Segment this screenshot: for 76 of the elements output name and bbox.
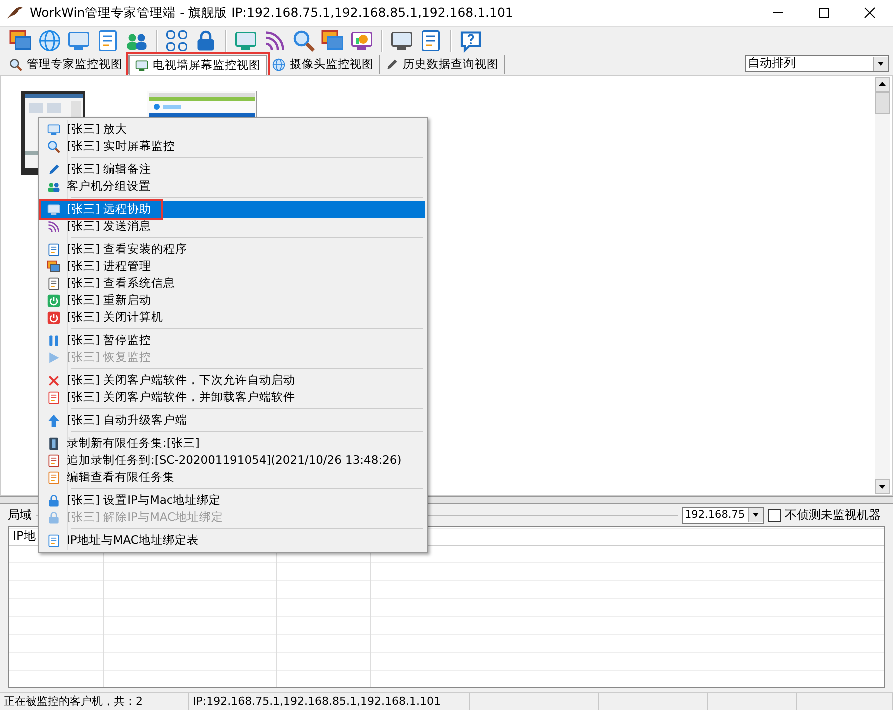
menu-item[interactable]: [张三] 实时屏幕监控 [41, 138, 425, 155]
play-icon [47, 350, 61, 364]
monitor-icon [47, 202, 61, 216]
menu-item[interactable]: 编辑查看有限任务集 [41, 469, 425, 486]
globe-icon[interactable] [38, 29, 62, 53]
cross-icon [47, 374, 61, 388]
help-icon[interactable] [459, 29, 483, 53]
menu-item[interactable]: [张三] 暂停监控 [41, 332, 425, 349]
dropdown-arrow-icon[interactable] [873, 56, 888, 70]
windows-icon[interactable] [321, 29, 345, 53]
windows-icon[interactable] [9, 29, 33, 53]
status-text: 正在被监控的客户机，共：2 [0, 693, 189, 710]
menu-item[interactable]: [张三] 查看系统信息 [41, 275, 425, 292]
up-arrow-icon [47, 414, 61, 428]
menu-item[interactable]: [张三] 查看安装的程序 [41, 241, 425, 258]
chart-icon[interactable] [350, 29, 374, 53]
vertical-scrollbar[interactable] [875, 77, 890, 494]
view-tab[interactable]: 历史数据查询视图 [380, 55, 505, 74]
monitor-icon[interactable] [67, 29, 91, 53]
cast-icon [47, 220, 61, 234]
power-icon [47, 310, 61, 324]
menu-item[interactable]: 追加录制任务到:[SC-202001191054](2021/10/26 13:48:26) [41, 452, 425, 469]
document-icon [47, 242, 61, 256]
document-icon[interactable] [96, 29, 120, 53]
checkbox[interactable] [768, 508, 781, 522]
lock-icon [47, 510, 61, 524]
menu-item[interactable]: [张三] 关闭客户端软件，下次允许自动启动 [41, 372, 425, 389]
document-icon [47, 470, 61, 484]
lock-icon [47, 494, 61, 508]
monitor-icon [135, 58, 149, 72]
menu-item[interactable]: [张三] 关闭计算机 [41, 309, 425, 326]
search-icon [9, 58, 23, 72]
view-tab[interactable]: 摄像头监控视图 [267, 55, 380, 74]
search-icon[interactable] [292, 29, 316, 53]
menu-item[interactable]: [张三] 放大 [41, 121, 425, 138]
document-icon [47, 534, 61, 548]
windows-icon [47, 260, 61, 274]
grid-icon[interactable] [165, 29, 189, 53]
menu-item[interactable]: IP地址与MAC地址绑定表 [41, 532, 425, 549]
globe-icon [272, 58, 286, 72]
dropdown-arrow-icon[interactable] [748, 508, 763, 522]
checkbox-label: 不侦测未监视机器 [785, 506, 881, 524]
window-title: WorkWin管理专家管理端 - 旗舰版 IP:192.168.75.1,192.168.85.1,192.168.1.101 [30, 4, 514, 22]
menu-item[interactable]: [张三] 自动升级客户端 [41, 412, 425, 429]
bird-icon [6, 5, 24, 21]
menu-item[interactable]: [张三] 关闭客户端软件，并卸载客户端软件 [41, 389, 425, 406]
document-icon [47, 276, 61, 290]
pause-icon [47, 334, 61, 348]
view-tab[interactable]: 电视墙屏幕监控视图 [129, 55, 267, 75]
monitor-icon [47, 122, 61, 136]
menu-item[interactable]: [张三] 远程协助 [41, 201, 425, 218]
document-icon[interactable] [419, 29, 443, 53]
menu-item[interactable]: [张三] 进程管理 [41, 258, 425, 275]
menu-item[interactable]: [张三] 发送消息 [41, 218, 425, 235]
power-icon [47, 294, 61, 308]
pencil-icon [47, 162, 61, 176]
scroll-down-icon[interactable] [875, 479, 890, 494]
status-text: IP:192.168.75.1,192.168.85.1,192.168.1.101 [189, 693, 470, 710]
menu-item[interactable]: 录制新有限任务集:[张三] [41, 435, 425, 452]
group-title: 局域 [8, 506, 32, 524]
document-icon [47, 454, 61, 468]
scroll-up-icon[interactable] [875, 77, 890, 92]
scroll-thumb[interactable] [875, 92, 890, 114]
pencil-icon [385, 58, 399, 72]
monitor-icon[interactable] [390, 29, 414, 53]
arrange-dropdown[interactable]: 自动排列 [745, 55, 889, 72]
search-icon [47, 140, 61, 154]
menu-item[interactable]: [张三] 设置IP与Mac地址绑定 [41, 492, 425, 509]
monitor-icon[interactable] [234, 29, 258, 53]
menu-item[interactable]: [张三] 编辑备注 [41, 161, 425, 178]
film-icon [47, 436, 61, 450]
document-icon [47, 390, 61, 404]
menu-item[interactable]: [张三] 重新启动 [41, 292, 425, 309]
cast-icon[interactable] [263, 29, 287, 53]
ip-dropdown[interactable]: 192.168.75 [682, 506, 764, 524]
menu-item[interactable]: 客户机分组设置 [41, 178, 425, 195]
